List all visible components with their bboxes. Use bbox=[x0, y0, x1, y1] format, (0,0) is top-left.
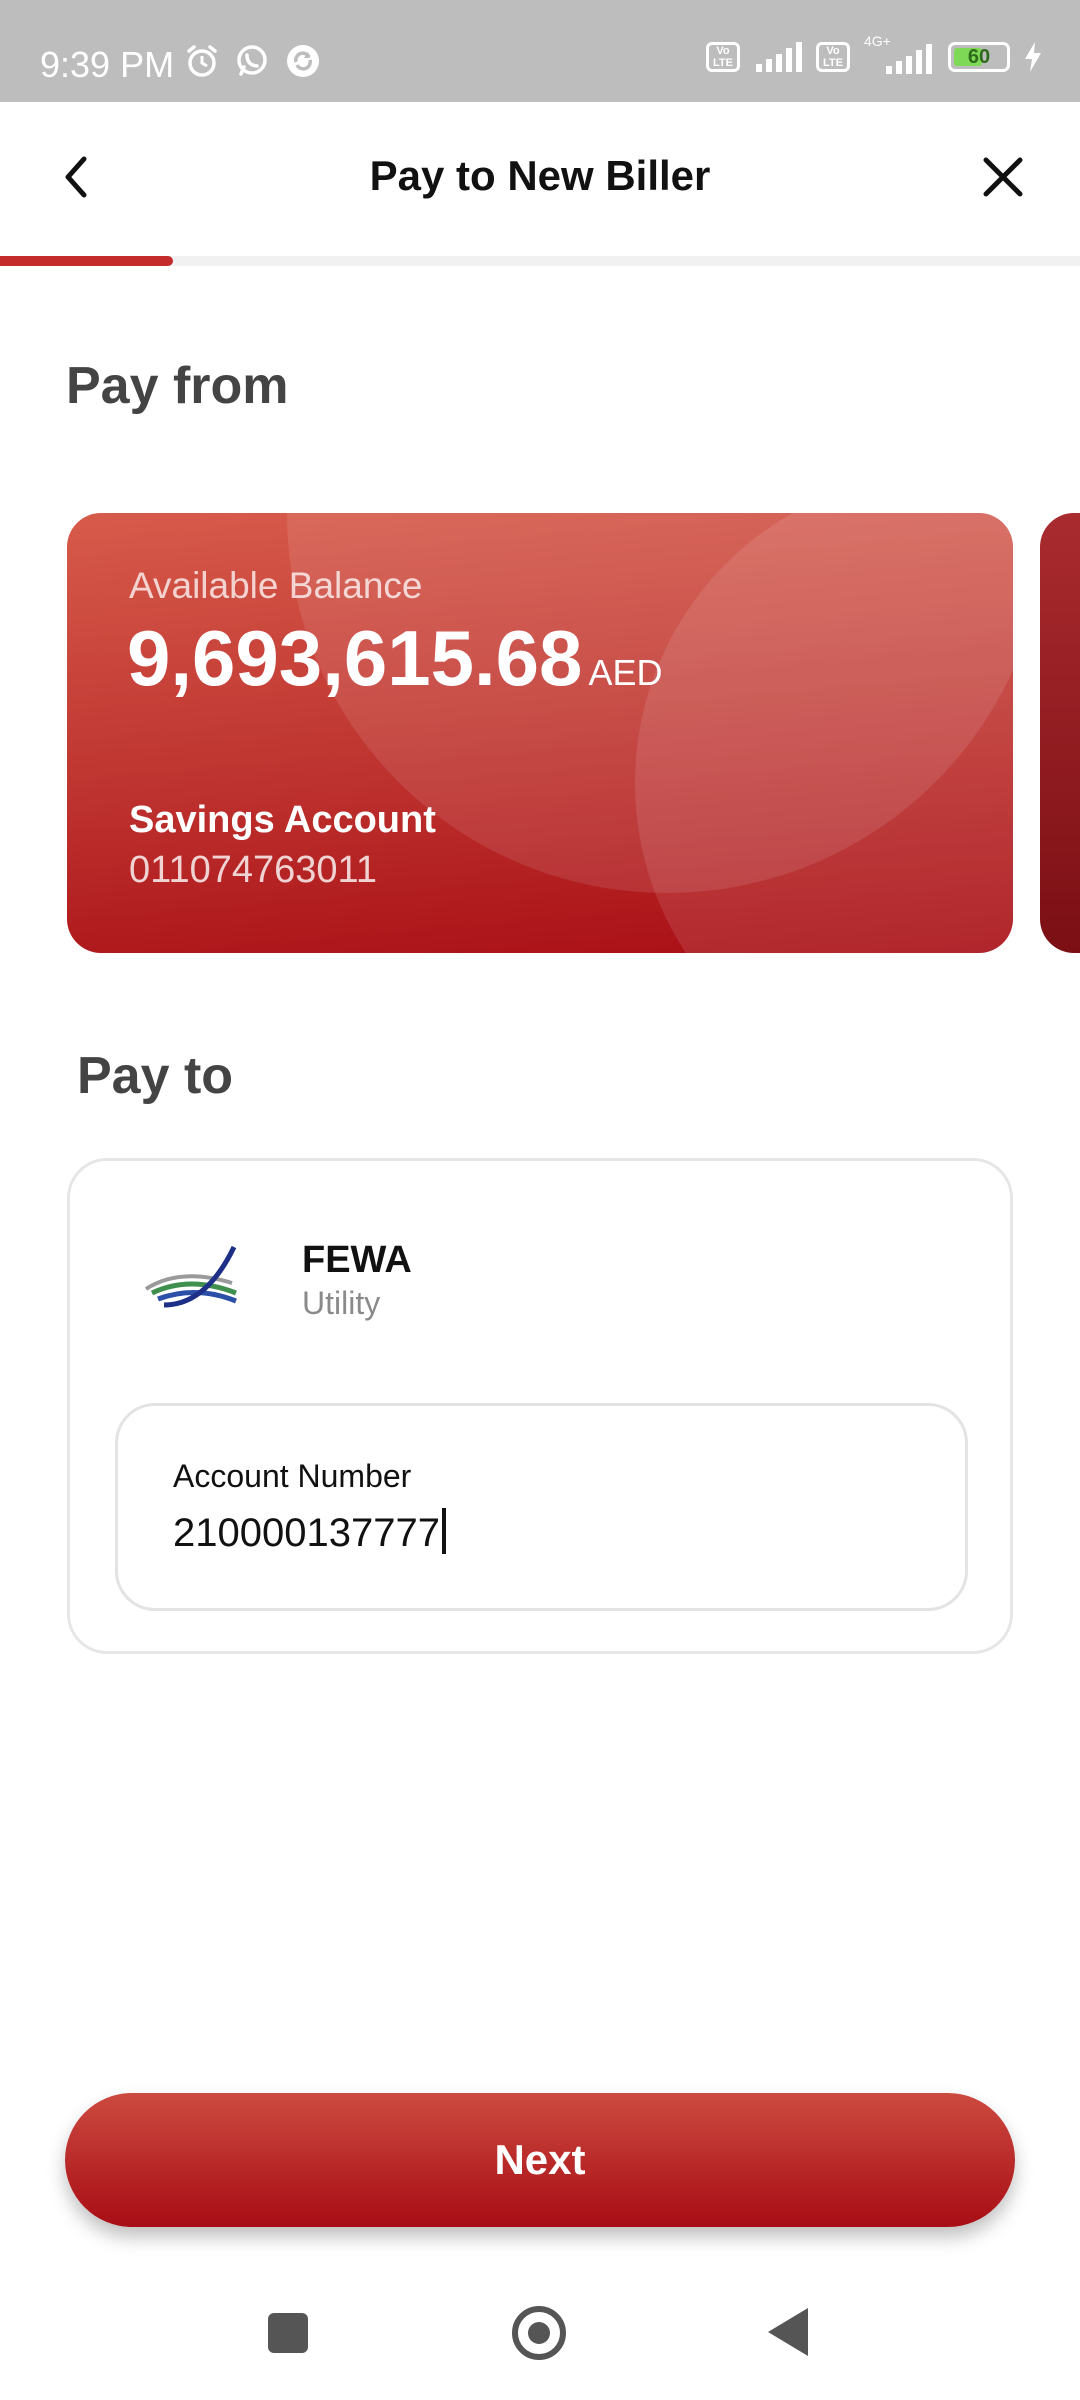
battery-icon: 60 bbox=[948, 42, 1010, 72]
volte-icon-2: Vo LTE bbox=[816, 42, 850, 72]
balance-label: Available Balance bbox=[129, 565, 423, 606]
status-bar: 9:39 PM Vo LTE Vo LTE 4G+ 60 bbox=[0, 0, 1080, 102]
account-number-input[interactable]: 210000137777 bbox=[173, 1508, 446, 1556]
header: Pay to New Biller bbox=[0, 102, 1080, 258]
account-type: Savings Account bbox=[129, 799, 436, 841]
system-nav-bar bbox=[0, 2268, 1080, 2400]
next-account-card[interactable] bbox=[1040, 513, 1080, 953]
recents-icon[interactable] bbox=[268, 2313, 308, 2353]
biller-name: FEWA bbox=[302, 1239, 412, 1281]
pay-to-label: Pay to bbox=[77, 1047, 234, 1105]
volte-icon: Vo LTE bbox=[706, 42, 740, 72]
next-button[interactable]: Next bbox=[65, 2093, 1015, 2227]
account-number: 011074763011 bbox=[129, 849, 377, 891]
balance-amount: 9,693,615.68 AED bbox=[127, 613, 662, 704]
battery-level: 60 bbox=[967, 46, 991, 68]
biller-category: Utility bbox=[302, 1285, 381, 1321]
biller-box: FEWA Utility Account Number 210000137777 bbox=[67, 1158, 1013, 1654]
alarm-icon bbox=[187, 45, 217, 77]
step-progress-fill bbox=[0, 256, 173, 266]
home-icon[interactable] bbox=[512, 2306, 566, 2360]
signal-4g-icon: 4G+ bbox=[864, 34, 934, 74]
account-number-field[interactable]: Account Number 210000137777 bbox=[115, 1403, 968, 1611]
home-icon-dot bbox=[528, 2322, 550, 2344]
status-system-icons: Vo LTE Vo LTE 4G+ 60 bbox=[706, 34, 1042, 74]
whatsapp-icon bbox=[237, 45, 267, 76]
account-card[interactable]: Available Balance 9,693,615.68 AED Saving… bbox=[67, 513, 1013, 953]
status-notification-icons bbox=[184, 42, 322, 80]
status-time: 9:39 PM bbox=[40, 44, 175, 85]
charging-icon bbox=[1025, 42, 1041, 72]
close-icon[interactable] bbox=[976, 150, 1030, 204]
sync-icon bbox=[287, 45, 319, 77]
back-icon[interactable] bbox=[768, 2308, 808, 2356]
account-number-value: 210000137777 bbox=[173, 1511, 440, 1555]
account-number-label: Account Number bbox=[173, 1458, 412, 1494]
text-cursor bbox=[441, 1508, 446, 1554]
step-progress-bar bbox=[0, 256, 1080, 266]
signal-icon bbox=[756, 42, 802, 72]
balance-currency: AED bbox=[588, 652, 663, 693]
pay-from-label: Pay from bbox=[66, 357, 289, 415]
fewa-logo-icon bbox=[144, 1245, 237, 1308]
balance-value: 9,693,615.68 bbox=[127, 614, 583, 702]
page-title: Pay to New Biller bbox=[369, 152, 711, 199]
